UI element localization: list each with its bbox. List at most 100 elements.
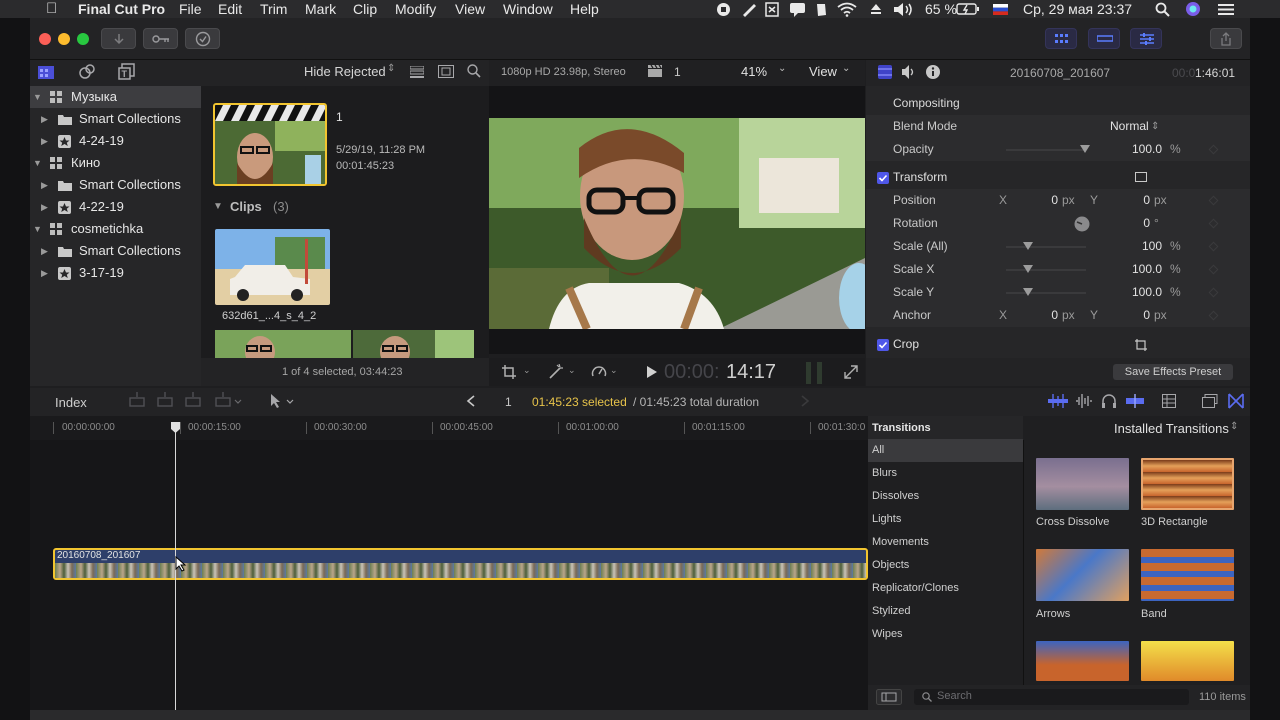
clip-thumbnail[interactable]	[215, 229, 330, 305]
transitions-browser-icon[interactable]	[1228, 393, 1244, 409]
show-inspector-button[interactable]	[1130, 28, 1162, 49]
anchor-x-value[interactable]: 0	[1018, 304, 1058, 327]
opacity-value[interactable]: 100.0	[1112, 138, 1162, 161]
select-tool-icon[interactable]	[268, 393, 296, 409]
transitions-category[interactable]: Dissolves	[868, 485, 1023, 508]
transition-thumb-partial[interactable]	[1141, 641, 1234, 681]
menu-window[interactable]: Window	[503, 0, 553, 18]
play-icon[interactable]	[646, 366, 657, 378]
sidebar-toggle-icon[interactable]	[876, 689, 902, 705]
scale-all-slider-track[interactable]	[1006, 246, 1086, 248]
library-row-cosmetichka[interactable]: ▼ cosmetichka	[30, 218, 201, 240]
disclosure-triangle-icon[interactable]: ▼	[33, 152, 42, 174]
transform-onscreen-icon[interactable]	[1135, 172, 1147, 182]
transition-thumb-3d-rectangle[interactable]	[1141, 458, 1234, 510]
disclosure-triangle-icon[interactable]: ▶	[41, 130, 48, 152]
crop-onscreen-icon[interactable]	[1135, 339, 1147, 351]
scale-all-slider-knob[interactable]	[1023, 242, 1033, 250]
library-row-kino[interactable]: ▼ Кино	[30, 152, 201, 174]
enhance-wand-icon[interactable]	[548, 364, 564, 380]
record-icon[interactable]	[716, 2, 731, 17]
transitions-category[interactable]: Lights	[868, 508, 1023, 531]
opacity-slider-track[interactable]	[1006, 149, 1086, 151]
disclosure-triangle-icon[interactable]: ▶	[41, 108, 48, 130]
disclosure-triangle-icon[interactable]: ▶	[41, 240, 48, 262]
keywords-button[interactable]	[143, 28, 178, 49]
blend-mode-chevron-icon[interactable]: ⇕	[1151, 115, 1159, 138]
audio-skimming-icon[interactable]	[1075, 393, 1093, 409]
crop-tool-icon[interactable]	[502, 365, 516, 379]
position-y-value[interactable]: 0	[1110, 189, 1150, 212]
position-x-value[interactable]: 0	[1018, 189, 1058, 212]
transitions-category-all[interactable]: All	[868, 439, 1023, 462]
clip-appearance-icon[interactable]	[1048, 394, 1068, 408]
siri-icon[interactable]	[1185, 1, 1201, 17]
list-view-icon[interactable]	[410, 66, 424, 78]
keyframe-diamond-icon[interactable]	[1208, 218, 1219, 229]
keyframe-diamond-icon[interactable]	[1208, 287, 1219, 298]
browser-search-icon[interactable]	[467, 64, 481, 78]
history-back-icon[interactable]	[466, 395, 476, 407]
save-effects-preset-button[interactable]: Save Effects Preset	[1113, 364, 1233, 380]
russian-flag-icon[interactable]	[993, 4, 1008, 15]
volume-icon[interactable]	[893, 2, 915, 17]
menu-help[interactable]: Help	[570, 0, 599, 18]
keyframe-diamond-icon[interactable]	[1208, 264, 1219, 275]
viewer-view-menu[interactable]: View	[809, 64, 837, 79]
show-timeline-button[interactable]	[1088, 28, 1120, 49]
library-row-event[interactable]: ▶ 4-22-19	[30, 196, 201, 218]
zoom-chevron-icon[interactable]: ⌄	[778, 63, 786, 74]
scale-x-slider-knob[interactable]	[1023, 265, 1033, 273]
view-chevron-icon[interactable]: ⌄	[842, 63, 850, 74]
minimize-window-button[interactable]	[58, 33, 70, 45]
filmstrip-icon[interactable]	[438, 65, 454, 78]
transition-thumb-arrows[interactable]	[1036, 549, 1129, 601]
solo-headphones-icon[interactable]	[1101, 393, 1117, 409]
notification-center-icon[interactable]	[1218, 3, 1234, 16]
library-row-smart-collections[interactable]: ▶ Smart Collections	[30, 240, 201, 262]
menu-mark[interactable]: Mark	[305, 0, 336, 18]
evernote-icon[interactable]	[814, 2, 828, 17]
zoom-window-button[interactable]	[77, 33, 89, 45]
menu-modify[interactable]: Modify	[395, 0, 436, 18]
menu-view[interactable]: View	[455, 0, 485, 18]
clips-disclosure-icon[interactable]: ▼	[213, 201, 223, 212]
photos-audio-icon[interactable]	[78, 63, 96, 81]
apple-menu-icon[interactable]: 	[46, 0, 57, 18]
transitions-category[interactable]: Objects	[868, 554, 1023, 577]
scale-x-value[interactable]: 100.0	[1112, 258, 1162, 281]
disclosure-triangle-icon[interactable]: ▶	[41, 196, 48, 218]
filter-chevron-icon[interactable]: ⇕	[387, 63, 395, 74]
rotation-dial-icon[interactable]	[1074, 216, 1090, 232]
keyframe-diamond-icon[interactable]	[1208, 195, 1219, 206]
keyframe-diamond-icon[interactable]	[1208, 241, 1219, 252]
opacity-slider-knob[interactable]	[1080, 145, 1090, 153]
scale-all-value[interactable]: 100	[1112, 235, 1162, 258]
library-row-muzyka[interactable]: ▼ Музыка	[30, 86, 201, 108]
anchor-y-value[interactable]: 0	[1110, 304, 1150, 327]
blend-mode-select[interactable]: Normal	[1110, 115, 1149, 138]
transitions-category[interactable]: Blurs	[868, 462, 1023, 485]
project-thumbnail[interactable]	[213, 103, 327, 186]
audio-inspector-icon[interactable]	[901, 64, 917, 80]
checkbox-checked-icon[interactable]	[877, 172, 889, 184]
show-browser-button[interactable]	[1045, 28, 1077, 49]
installed-transitions-chevron-icon[interactable]: ⇕	[1230, 421, 1238, 432]
library-row-smart-collections[interactable]: ▶ Smart Collections	[30, 108, 201, 130]
disclosure-triangle-icon[interactable]: ▼	[33, 218, 42, 240]
document-icon[interactable]	[765, 2, 779, 17]
scale-x-slider-track[interactable]	[1006, 269, 1086, 271]
effects-browser-icon[interactable]	[1202, 394, 1218, 408]
battery-icon[interactable]	[956, 3, 980, 15]
playhead-handle-icon[interactable]	[170, 422, 181, 434]
scale-y-value[interactable]: 100.0	[1112, 281, 1162, 304]
clip-filmstrip[interactable]	[215, 330, 474, 358]
menu-clip[interactable]: Clip	[353, 0, 377, 18]
history-forward-icon[interactable]	[800, 395, 810, 407]
disclosure-triangle-icon[interactable]: ▶	[41, 262, 48, 284]
checkbox-checked-icon[interactable]	[877, 339, 889, 351]
disclosure-triangle-icon[interactable]: ▶	[41, 174, 48, 196]
retime-chevron-icon[interactable]: ⌄	[610, 365, 618, 376]
menu-edit[interactable]: Edit	[218, 0, 242, 18]
keyframe-diamond-icon[interactable]	[1208, 144, 1219, 155]
